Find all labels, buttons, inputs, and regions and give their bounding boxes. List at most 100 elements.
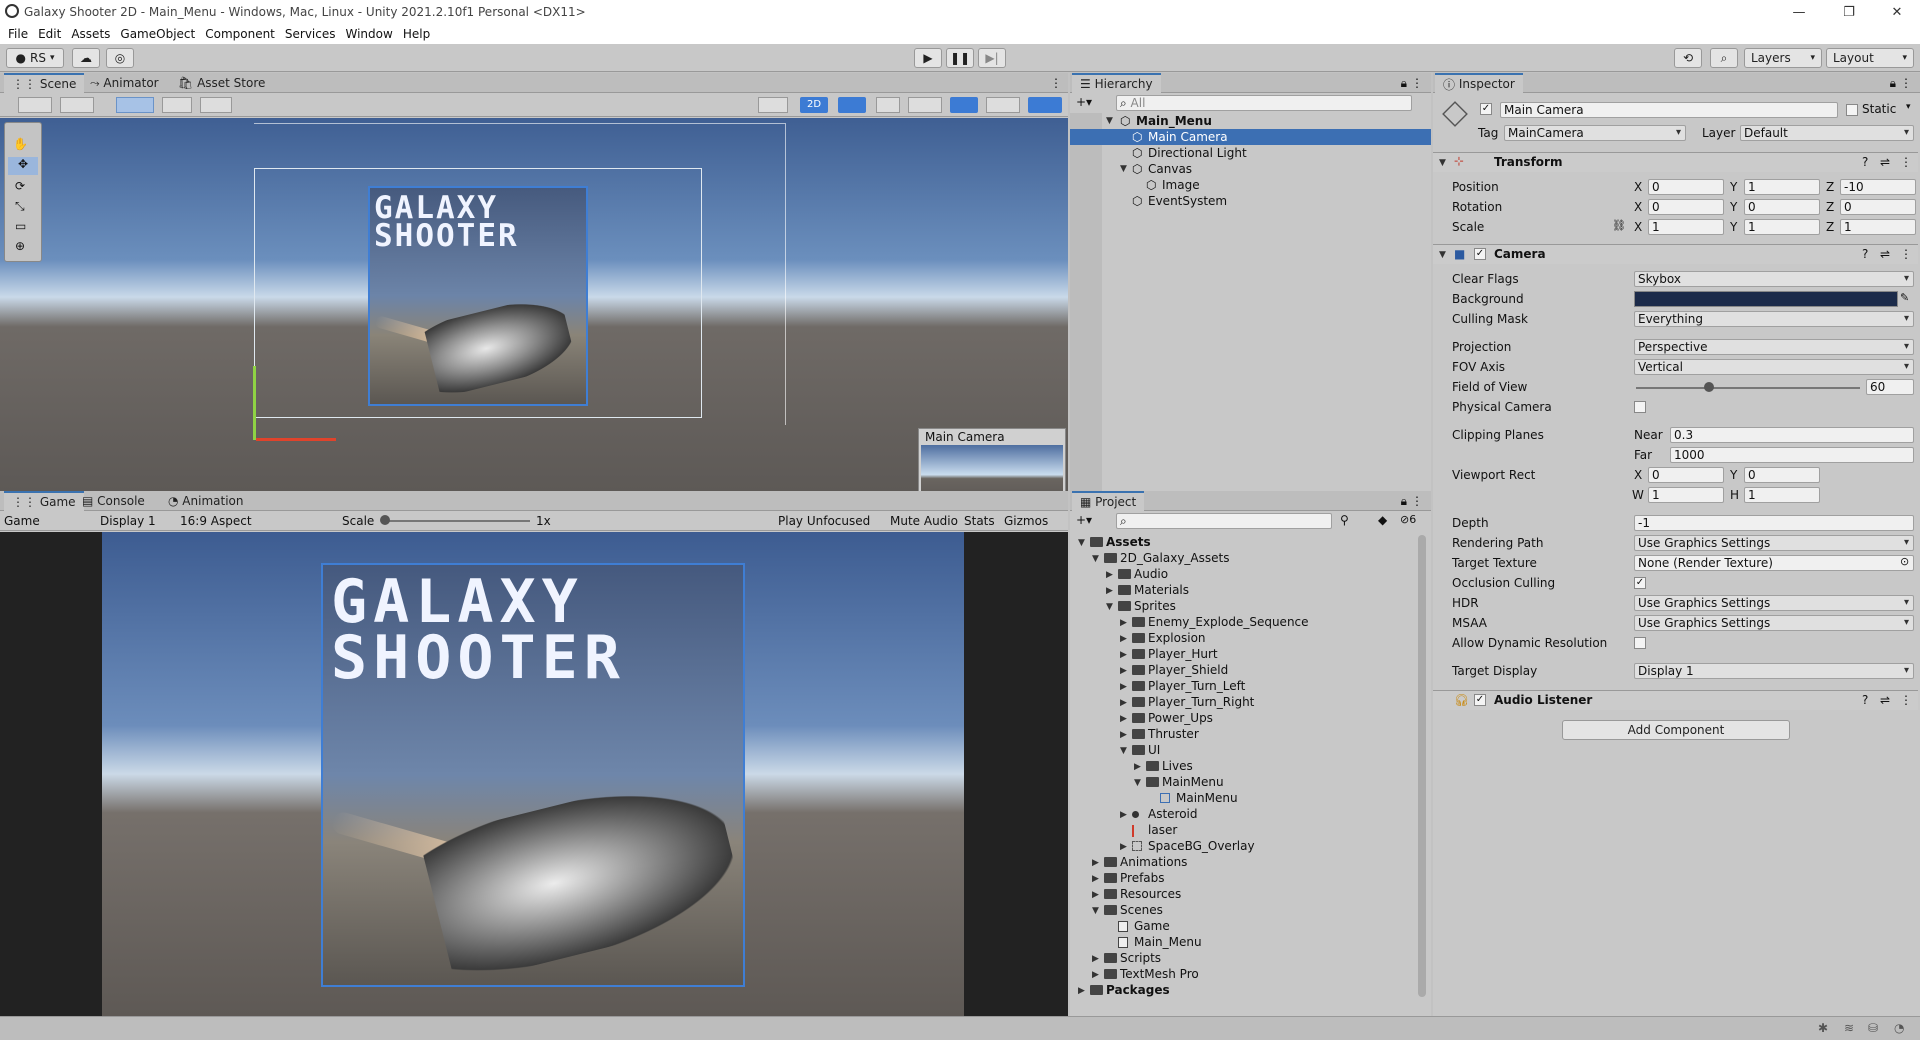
list-item[interactable]: Packages — [1106, 983, 1170, 997]
link-icon[interactable]: ⛓ — [1612, 219, 1626, 232]
project-search-input[interactable]: ⌕ — [1116, 513, 1332, 529]
list-item[interactable]: Explosion — [1148, 631, 1206, 645]
expand-toggle-icon[interactable]: ▶ — [1120, 634, 1127, 644]
expand-toggle-icon[interactable]: ▶ — [1106, 586, 1113, 596]
collab-icon[interactable]: ◎ — [106, 48, 134, 68]
msaa-dropdown[interactable]: Use Graphics Settings — [1634, 615, 1914, 631]
expand-toggle-icon[interactable]: ▶ — [1092, 954, 1099, 964]
culling-mask-dropdown[interactable]: Everything — [1634, 311, 1914, 327]
list-item[interactable]: Materials — [1134, 583, 1189, 597]
expand-toggle-icon[interactable]: ▼ — [1078, 538, 1085, 548]
filter-type-icon[interactable]: ⚲ — [1340, 513, 1349, 527]
position-z[interactable]: -10 — [1840, 179, 1916, 195]
hdr-dropdown[interactable]: Use Graphics Settings — [1634, 595, 1914, 611]
gizmos-icon[interactable] — [1028, 97, 1062, 113]
hand-tool-icon[interactable]: ✋ — [13, 137, 28, 151]
layer-dropdown[interactable]: Default — [1740, 125, 1914, 141]
tab-game[interactable]: ⋮⋮ Game — [4, 491, 84, 511]
list-item[interactable]: Scripts — [1120, 951, 1161, 965]
more-icon[interactable]: ⋮ — [1050, 76, 1062, 90]
cache-icon[interactable]: ⛁ — [1868, 1021, 1878, 1035]
position-x[interactable]: 0 — [1648, 179, 1724, 195]
eyedropper-icon[interactable]: ✎ — [1900, 291, 1909, 304]
pivot-icon[interactable] — [60, 97, 94, 113]
hierarchy-search-input[interactable]: ⌕ All — [1116, 95, 1412, 111]
scene-view[interactable]: ✋ ✥ ⟳ ⤡ ▭ ⊕ GALAXY SHOOTER Main Camera — [0, 118, 1068, 491]
expand-toggle-icon[interactable]: ▼ — [1134, 778, 1141, 788]
fov-field[interactable]: 60 — [1866, 379, 1914, 395]
fov-slider-thumb[interactable] — [1704, 382, 1714, 392]
stats-toggle[interactable]: Stats — [964, 514, 995, 528]
help-icon[interactable]: ? — [1862, 247, 1868, 261]
progress-icon[interactable]: ◔ — [1894, 1021, 1904, 1035]
projection-dropdown[interactable]: Perspective — [1634, 339, 1914, 355]
expand-toggle-icon[interactable]: ▶ — [1120, 714, 1127, 724]
tag-dropdown[interactable]: MainCamera — [1504, 125, 1686, 141]
static-checkbox[interactable] — [1846, 104, 1858, 116]
tab-animator[interactable]: ⤳ Animator — [82, 73, 167, 93]
physical-camera-checkbox[interactable] — [1634, 401, 1646, 413]
background-color-swatch[interactable] — [1634, 291, 1898, 307]
layers-dropdown[interactable]: Layers ▾ — [1744, 48, 1822, 68]
list-item[interactable]: Player_Turn_Left — [1148, 679, 1245, 693]
help-icon[interactable]: ? — [1862, 693, 1868, 707]
list-item[interactable]: UI — [1148, 743, 1160, 757]
camera-enabled-checkbox[interactable]: ✓ — [1474, 248, 1486, 260]
list-item[interactable]: Thruster — [1148, 727, 1199, 741]
play-focus-select[interactable]: Play Unfocused — [778, 514, 870, 528]
visibility-icon[interactable] — [950, 97, 978, 113]
scale-tool-icon[interactable]: ⤡ — [15, 199, 25, 214]
game-view-select[interactable]: Game — [4, 514, 40, 528]
more-icon[interactable]: ⋮ — [1900, 76, 1912, 90]
list-item[interactable]: Scenes — [1120, 903, 1163, 917]
expand-toggle-icon[interactable]: ▶ — [1078, 986, 1085, 996]
list-item[interactable]: Directional Light — [1148, 146, 1247, 160]
list-item[interactable]: Animations — [1120, 855, 1187, 869]
history-icon[interactable]: ⟲ — [1674, 48, 1702, 68]
scale-x[interactable]: 1 — [1648, 219, 1724, 235]
list-item[interactable]: Main_Menu — [1134, 935, 1202, 949]
expand-toggle-icon[interactable]: ▶ — [1120, 666, 1127, 676]
expand-toggle-icon[interactable]: ▶ — [1120, 618, 1127, 628]
hidden-packages-icon[interactable]: ⊘6 — [1400, 513, 1416, 526]
lock-icon[interactable]: 🔒︎ — [1401, 494, 1407, 509]
list-item[interactable]: laser — [1148, 823, 1177, 837]
rotation-z[interactable]: 0 — [1840, 199, 1916, 215]
viewport-w[interactable]: 1 — [1648, 487, 1724, 503]
help-icon[interactable]: ? — [1862, 155, 1868, 169]
expand-toggle-icon[interactable]: ▶ — [1120, 810, 1127, 820]
gizmos-toggle[interactable]: Gizmos — [1004, 514, 1048, 528]
list-item[interactable]: Lives — [1162, 759, 1193, 773]
scene-title-image[interactable]: GALAXY SHOOTER — [368, 186, 588, 406]
aspect-select[interactable]: 16:9 Aspect — [180, 514, 252, 528]
lock-icon[interactable]: 🔒︎ — [1890, 76, 1896, 91]
menu-window[interactable]: Window — [346, 27, 393, 41]
viewport-y[interactable]: 0 — [1744, 467, 1820, 483]
increment-snap-icon[interactable] — [200, 97, 232, 113]
list-item[interactable]: 2D_Galaxy_Assets — [1120, 551, 1229, 565]
list-item[interactable]: Game — [1134, 919, 1170, 933]
list-item[interactable]: Audio — [1134, 567, 1168, 581]
audio-icon[interactable] — [876, 97, 900, 113]
shading-icon[interactable] — [758, 97, 788, 113]
layout-dropdown[interactable]: Layout ▾ — [1826, 48, 1914, 68]
draw-mode-icon[interactable] — [18, 97, 52, 113]
tab-scene[interactable]: ⋮⋮ Scene — [4, 73, 85, 93]
viewport-x[interactable]: 0 — [1648, 467, 1724, 483]
step-button[interactable]: ▶| — [978, 48, 1006, 68]
list-item[interactable]: Sprites — [1134, 599, 1176, 613]
rotate-tool-icon[interactable]: ⟳ — [15, 179, 25, 193]
list-item[interactable]: Prefabs — [1120, 871, 1165, 885]
expand-toggle-icon[interactable]: ▶ — [1120, 698, 1127, 708]
list-item[interactable]: MainMenu — [1162, 775, 1224, 789]
rotation-x[interactable]: 0 — [1648, 199, 1724, 215]
object-name-field[interactable]: Main Camera — [1500, 102, 1838, 118]
expand-toggle-icon[interactable]: ▶ — [1120, 842, 1127, 852]
menu-component[interactable]: Component — [205, 27, 275, 41]
clear-flags-dropdown[interactable]: Skybox — [1634, 271, 1914, 287]
menu-services[interactable]: Services — [285, 27, 336, 41]
close-icon[interactable]: ✕ — [1874, 0, 1920, 24]
transform-tool-icon[interactable]: ⊕ — [15, 239, 25, 253]
expand-toggle-icon[interactable]: ▶ — [1120, 730, 1127, 740]
expand-toggle-icon[interactable]: ▶ — [1092, 970, 1099, 980]
